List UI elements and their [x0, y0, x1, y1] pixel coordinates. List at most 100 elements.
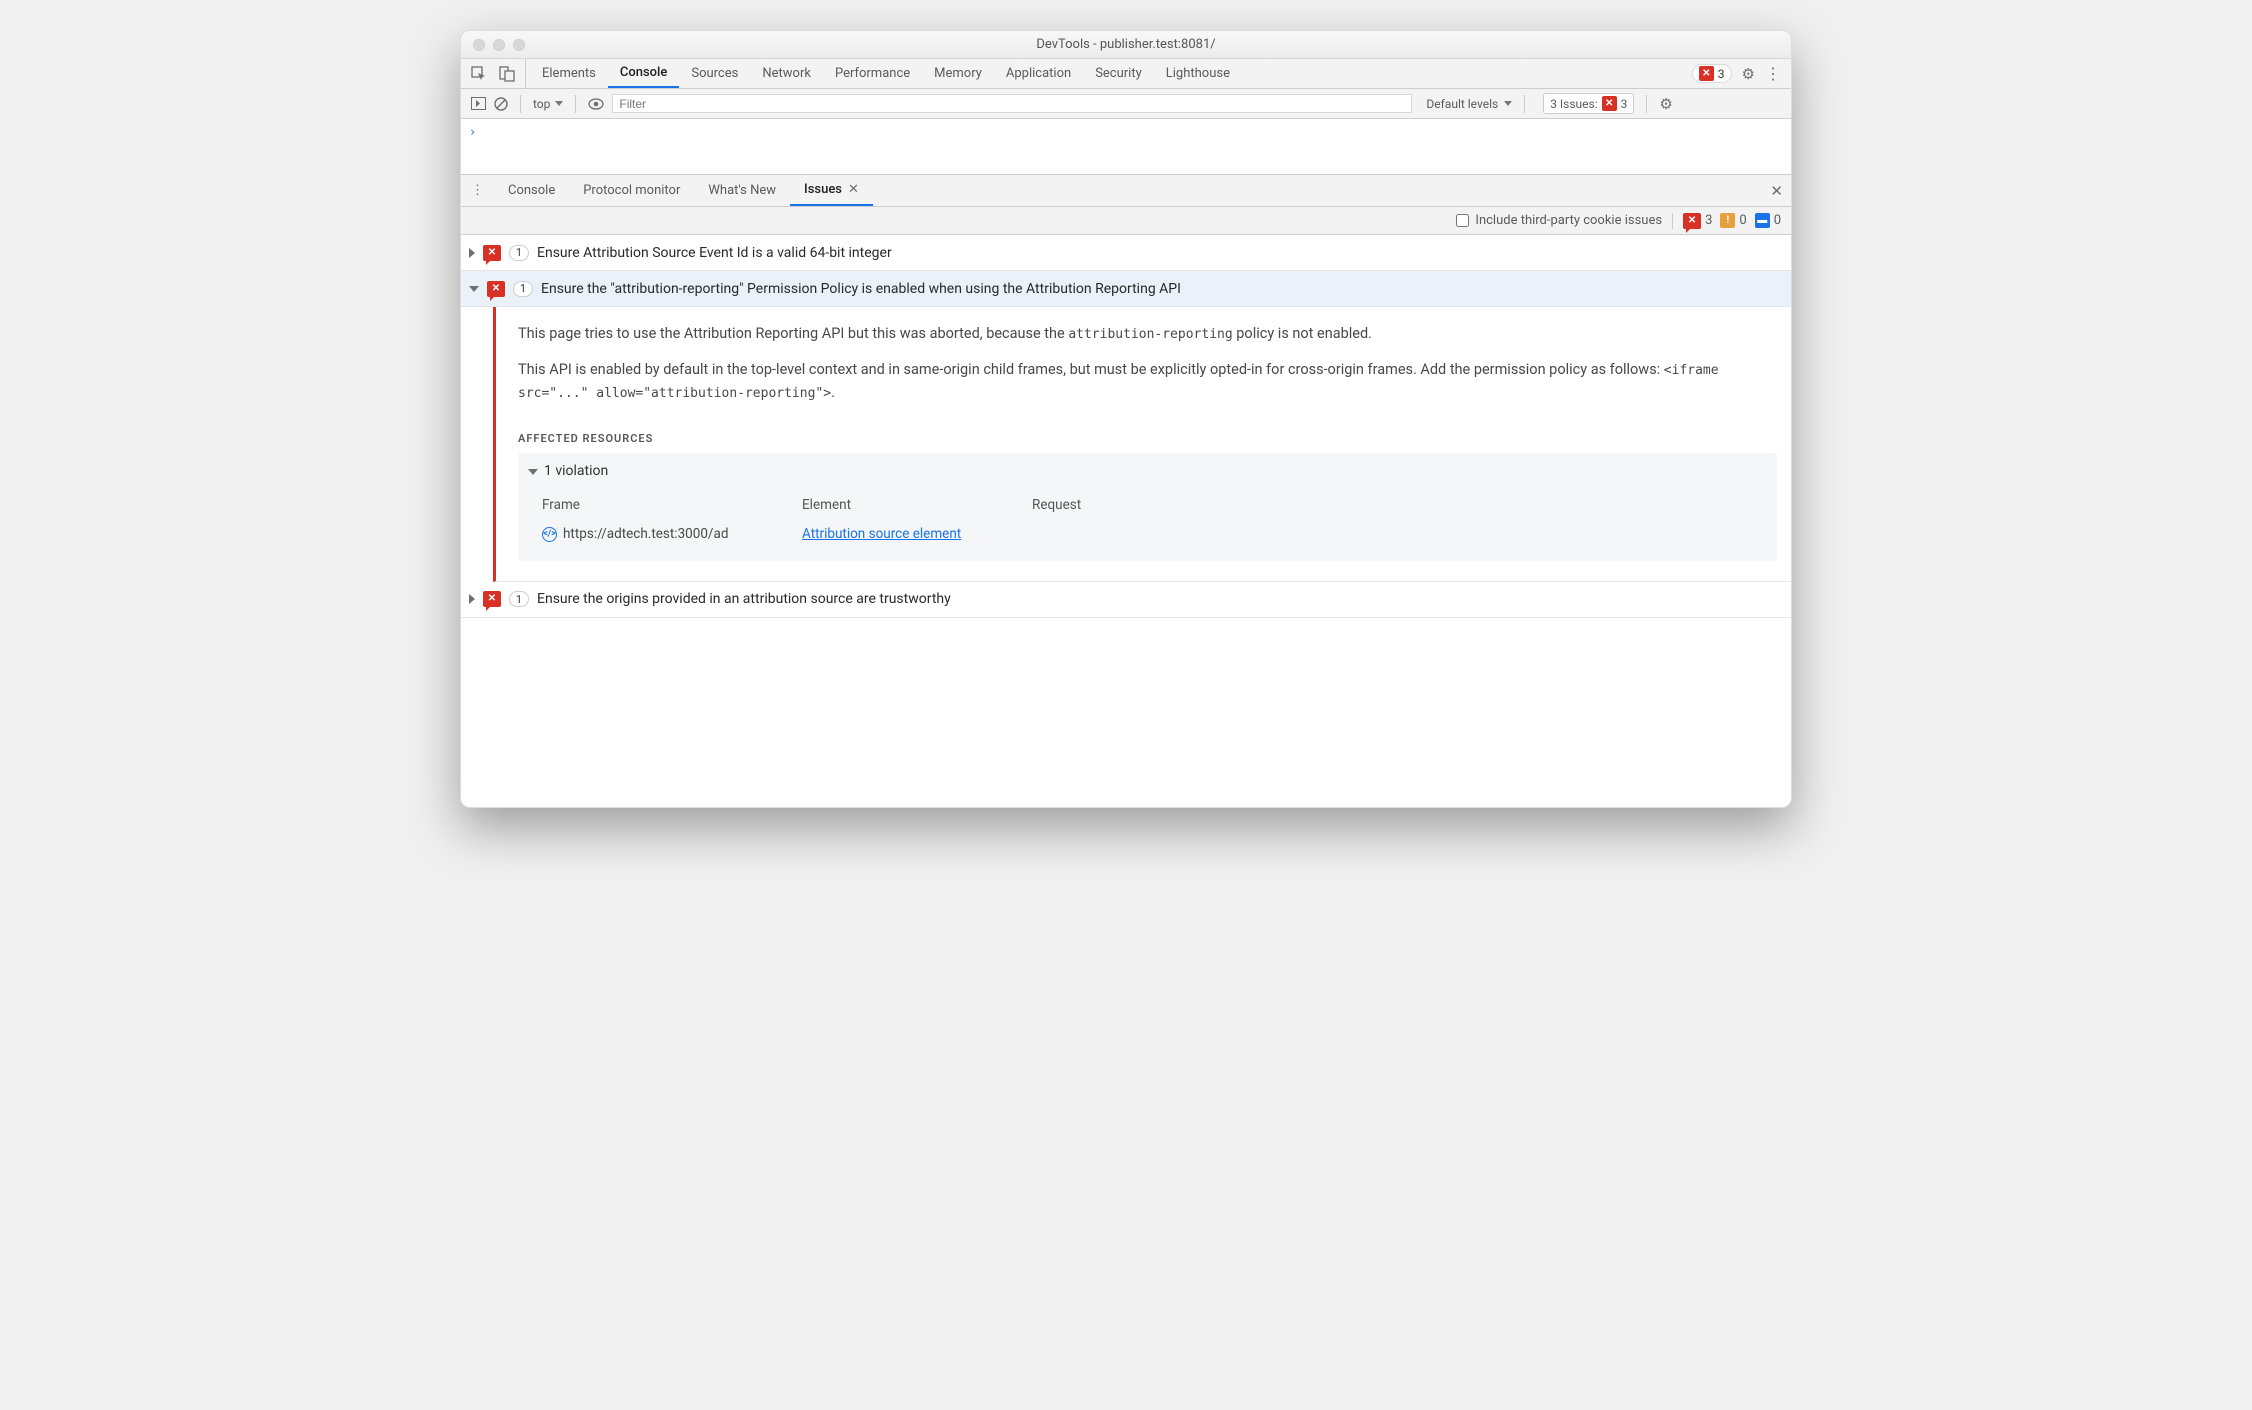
console-settings-icon[interactable]: ⚙ — [1659, 95, 1672, 113]
issue-detail: This page tries to use the Attribution R… — [493, 307, 1791, 582]
settings-gear-icon[interactable]: ⚙ — [1742, 65, 1755, 83]
col-request: Request — [1032, 491, 1212, 520]
frame-url[interactable]: https://adtech.test:3000/ad — [563, 524, 728, 545]
info-count[interactable]: ▬0 — [1755, 213, 1781, 228]
error-icon: ✕ — [1699, 66, 1714, 81]
checkbox-input[interactable] — [1456, 214, 1469, 227]
text-segment: policy is not enabled. — [1233, 325, 1372, 342]
violation-group[interactable]: 1 violation — [528, 461, 1767, 483]
expand-icon — [469, 248, 475, 258]
top-error-count-value: 3 — [1718, 67, 1725, 81]
text-segment: . — [831, 384, 835, 401]
drawer-tab-protocol-monitor[interactable]: Protocol monitor — [569, 175, 694, 206]
issues-chip-label: 3 Issues: — [1550, 97, 1597, 111]
main-tab-bar: Elements Console Sources Network Perform… — [461, 59, 1791, 89]
tab-console[interactable]: Console — [608, 59, 679, 88]
info-count-value: 0 — [1774, 213, 1781, 228]
console-toolbar: top Default levels 3 Issues: ✕ 3 ⚙ — [461, 89, 1791, 119]
close-dot[interactable] — [473, 39, 485, 51]
issue-severity-counts: 3 !0 ▬0 — [1683, 213, 1781, 229]
collapse-icon — [528, 469, 538, 475]
expand-icon — [469, 594, 475, 604]
issue-description-2: This API is enabled by default in the to… — [518, 359, 1777, 404]
issue-row[interactable]: 1 Ensure the origins provided in an attr… — [461, 582, 1791, 618]
col-element: Element — [802, 491, 1022, 520]
error-icon — [483, 591, 501, 607]
live-expression-icon[interactable] — [588, 98, 604, 110]
console-prompt-area[interactable]: › — [461, 119, 1791, 175]
warning-count[interactable]: !0 — [1720, 213, 1746, 228]
dropdown-icon — [1504, 101, 1512, 106]
error-count-value: 3 — [1705, 213, 1712, 228]
error-icon — [483, 245, 501, 261]
sidebar-toggle-icon[interactable] — [471, 97, 486, 110]
more-menu-icon[interactable]: ⋮ — [1765, 64, 1781, 83]
text-segment: This page tries to use the Attribution R… — [518, 325, 1068, 342]
log-levels-selector[interactable]: Default levels — [1426, 97, 1512, 111]
tab-sources[interactable]: Sources — [679, 59, 750, 88]
error-icon — [487, 281, 505, 297]
tab-security[interactable]: Security — [1083, 59, 1154, 88]
violation-title: 1 violation — [544, 461, 608, 483]
issues-toolbar: Include third-party cookie issues 3 !0 ▬… — [461, 207, 1791, 235]
top-error-count[interactable]: ✕ 3 — [1692, 64, 1732, 83]
devtools-window: DevTools - publisher.test:8081/ Elements… — [460, 30, 1792, 808]
drawer-tab-issues-label: Issues — [804, 182, 842, 197]
issue-title: Ensure the "attribution-reporting" Permi… — [541, 281, 1181, 297]
error-count[interactable]: 3 — [1683, 213, 1712, 229]
issues-chip-count: 3 — [1621, 97, 1628, 111]
inspect-icon[interactable] — [471, 66, 487, 82]
tab-application[interactable]: Application — [994, 59, 1083, 88]
traffic-lights — [461, 39, 525, 51]
issue-title: Ensure Attribution Source Event Id is a … — [537, 245, 892, 261]
info-icon: ▬ — [1755, 213, 1770, 228]
collapse-icon — [469, 286, 479, 292]
zoom-dot[interactable] — [513, 39, 525, 51]
checkbox-label: Include third-party cookie issues — [1475, 213, 1662, 228]
device-icon[interactable] — [499, 66, 515, 82]
text-segment: This API is enabled by default in the to… — [518, 361, 1664, 378]
drawer-tab-whats-new[interactable]: What's New — [694, 175, 790, 206]
code-segment: attribution-reporting — [1068, 327, 1232, 342]
clear-console-icon[interactable] — [494, 97, 508, 111]
close-icon[interactable]: ✕ — [848, 182, 859, 197]
affected-resources-table: Frame Element Request </> https://adtech… — [528, 491, 1767, 549]
titlebar: DevTools - publisher.test:8081/ — [461, 31, 1791, 59]
col-frame: Frame — [542, 491, 792, 520]
element-link[interactable]: Attribution source element — [802, 524, 961, 545]
error-icon: ✕ — [1602, 96, 1617, 111]
error-icon — [1683, 213, 1701, 229]
third-party-cookie-checkbox[interactable]: Include third-party cookie issues — [1456, 213, 1662, 228]
dropdown-icon — [555, 101, 563, 106]
cell-request — [1032, 520, 1212, 549]
context-selector[interactable]: top — [533, 97, 563, 111]
issue-title: Ensure the origins provided in an attrib… — [537, 591, 951, 607]
drawer-close-icon[interactable]: ✕ — [1770, 182, 1783, 200]
tab-elements[interactable]: Elements — [530, 59, 608, 88]
minimize-dot[interactable] — [493, 39, 505, 51]
cell-frame: </> https://adtech.test:3000/ad — [542, 520, 792, 549]
warning-count-value: 0 — [1739, 213, 1746, 228]
issue-row[interactable]: 1 Ensure Attribution Source Event Id is … — [461, 235, 1791, 271]
issue-description-1: This page tries to use the Attribution R… — [518, 323, 1777, 345]
tab-network[interactable]: Network — [750, 59, 823, 88]
filter-input[interactable] — [612, 94, 1412, 113]
log-levels-label: Default levels — [1426, 97, 1498, 111]
tab-lighthouse[interactable]: Lighthouse — [1154, 59, 1242, 88]
drawer-tab-issues[interactable]: Issues ✕ — [790, 175, 873, 206]
affected-resources-box: 1 violation Frame Element Request </> ht… — [518, 453, 1777, 561]
tab-performance[interactable]: Performance — [823, 59, 922, 88]
drawer-tab-console[interactable]: Console — [494, 175, 569, 206]
tab-memory[interactable]: Memory — [922, 59, 994, 88]
issue-count-badge: 1 — [513, 281, 533, 297]
warning-icon: ! — [1720, 213, 1735, 228]
main-tabs: Elements Console Sources Network Perform… — [526, 59, 1242, 88]
context-label: top — [533, 97, 550, 111]
drawer-more-icon[interactable]: ⋮ — [461, 183, 494, 198]
issue-count-badge: 1 — [509, 245, 529, 261]
drawer-tab-bar: ⋮ Console Protocol monitor What's New Is… — [461, 175, 1791, 207]
window-title: DevTools - publisher.test:8081/ — [461, 37, 1791, 52]
issues-chip[interactable]: 3 Issues: ✕ 3 — [1543, 93, 1634, 114]
issue-count-badge: 1 — [509, 591, 529, 607]
issue-row[interactable]: 1 Ensure the "attribution-reporting" Per… — [461, 271, 1791, 307]
